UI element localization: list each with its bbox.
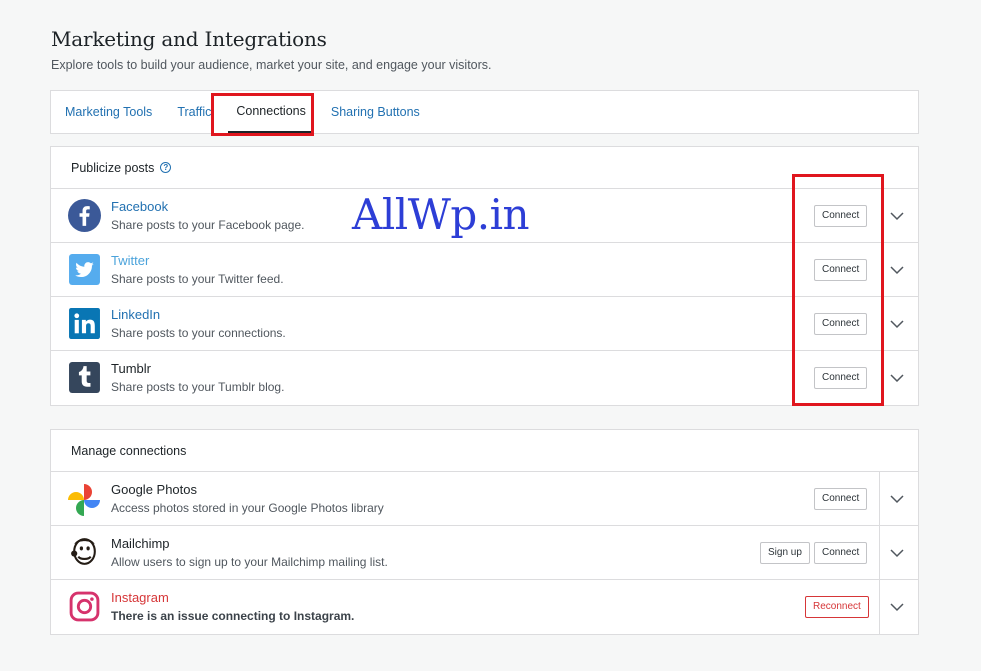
row-divider [879, 526, 880, 579]
instagram-description: There is an issue connecting to Instagra… [111, 609, 355, 623]
google-photos-connect-button[interactable]: Connect [814, 488, 868, 510]
google-photos-title[interactable]: Google Photos [111, 482, 197, 497]
publicize-header: Publicize posts ? [51, 147, 918, 189]
publicize-row-tumblr: Tumblr Share posts to your Tumblr blog. … [51, 351, 918, 405]
facebook-description: Share posts to your Facebook page. [111, 218, 305, 232]
twitter-title[interactable]: Twitter [111, 253, 149, 268]
chevron-down-icon[interactable] [890, 492, 904, 506]
manage-header: Manage connections [51, 430, 918, 472]
twitter-icon [69, 254, 100, 285]
facebook-icon [68, 199, 101, 232]
manage-row-instagram: Instagram There is an issue connecting t… [51, 580, 918, 634]
publicize-row-twitter: Twitter Share posts to your Twitter feed… [51, 243, 918, 297]
google-photos-description: Access photos stored in your Google Phot… [111, 501, 384, 515]
manage-row-mailchimp: Mailchimp Allow users to sign up to your… [51, 526, 918, 580]
publicize-card: Publicize posts ? Facebook Share posts t… [50, 146, 919, 406]
publicize-row-linkedin: LinkedIn Share posts to your connections… [51, 297, 918, 351]
tumblr-title[interactable]: Tumblr [111, 361, 151, 376]
chevron-down-icon[interactable] [890, 209, 904, 223]
tumblr-icon [69, 362, 100, 393]
linkedin-description: Share posts to your connections. [111, 326, 286, 340]
mailchimp-signup-button[interactable]: Sign up [760, 542, 810, 564]
chevron-down-icon[interactable] [890, 600, 904, 614]
help-icon[interactable]: ? [160, 162, 172, 173]
facebook-title[interactable]: Facebook [111, 199, 168, 214]
manage-connections-card: Manage connections Google Photos Access … [50, 429, 919, 635]
instagram-reconnect-button[interactable]: Reconnect [805, 596, 869, 618]
linkedin-title[interactable]: LinkedIn [111, 307, 160, 322]
tab-bar: Marketing Tools Traffic Connections Shar… [50, 90, 919, 134]
twitter-description: Share posts to your Twitter feed. [111, 272, 284, 286]
tumblr-description: Share posts to your Tumblr blog. [111, 380, 285, 394]
watermark-text: AllWp.in [352, 190, 530, 239]
tab-sharing-buttons[interactable]: Sharing Buttons [323, 91, 428, 133]
mailchimp-description: Allow users to sign up to your Mailchimp… [111, 555, 388, 569]
chevron-down-icon[interactable] [890, 371, 904, 385]
chevron-down-icon[interactable] [890, 263, 904, 277]
publicize-header-label: Publicize posts [71, 160, 155, 175]
mailchimp-icon [71, 538, 96, 565]
page-title: Marketing and Integrations [51, 27, 327, 51]
page-subtitle: Explore tools to build your audience, ma… [51, 58, 492, 72]
tab-highlight-box [211, 93, 314, 136]
row-divider [879, 472, 880, 525]
manage-row-google-photos: Google Photos Access photos stored in yo… [51, 472, 918, 526]
mailchimp-connect-button[interactable]: Connect [814, 542, 868, 564]
instagram-title[interactable]: Instagram [111, 590, 169, 605]
connect-buttons-highlight-box [792, 174, 884, 406]
google-photos-icon [68, 484, 100, 516]
manage-header-label: Manage connections [71, 443, 187, 458]
chevron-down-icon[interactable] [890, 317, 904, 331]
row-divider [879, 580, 880, 634]
chevron-down-icon[interactable] [890, 546, 904, 560]
mailchimp-title[interactable]: Mailchimp [111, 536, 170, 551]
tab-marketing-tools[interactable]: Marketing Tools [57, 91, 160, 133]
linkedin-icon [69, 308, 100, 339]
instagram-icon [69, 591, 100, 622]
